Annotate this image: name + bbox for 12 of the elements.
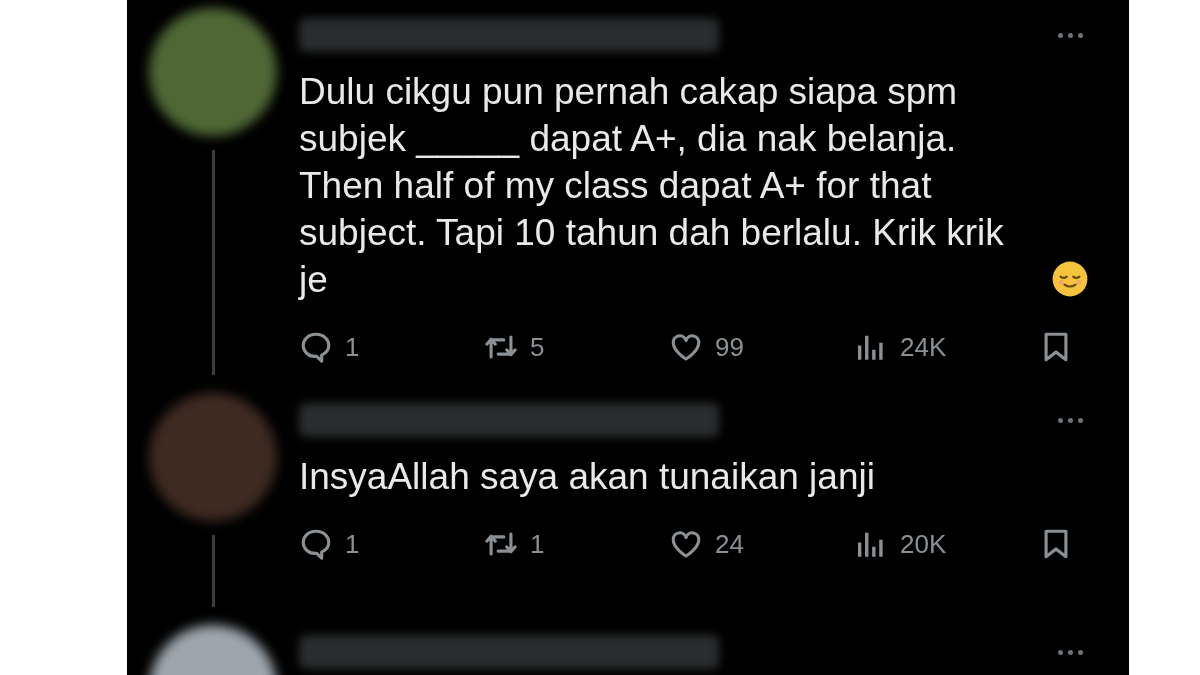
tweet-text: InsyaAllah saya akan tunaikan janji [299, 455, 875, 499]
views-button[interactable]: 20K [854, 527, 1039, 561]
speech-bubble-icon [299, 527, 333, 561]
reposts-button[interactable]: 1 [484, 527, 669, 561]
likes-button[interactable]: 24 [669, 527, 854, 561]
tweet-text: Dulu cikgu pun pernah cakap siapa spm subjek _____ dapat A+, dia nak belanja. Then half of my class dapat A+ for that subject. Tapi 10 tahun dah berlalu. Krik krik je [299, 70, 1005, 302]
speech-bubble-icon [299, 330, 333, 364]
replies-button[interactable]: 1 [299, 330, 484, 364]
likes-button[interactable]: 99 [669, 330, 854, 364]
replies-button[interactable]: 1 [299, 527, 484, 561]
reposts-button[interactable]: 5 [484, 330, 669, 364]
views-button[interactable]: 24K [854, 330, 1039, 364]
